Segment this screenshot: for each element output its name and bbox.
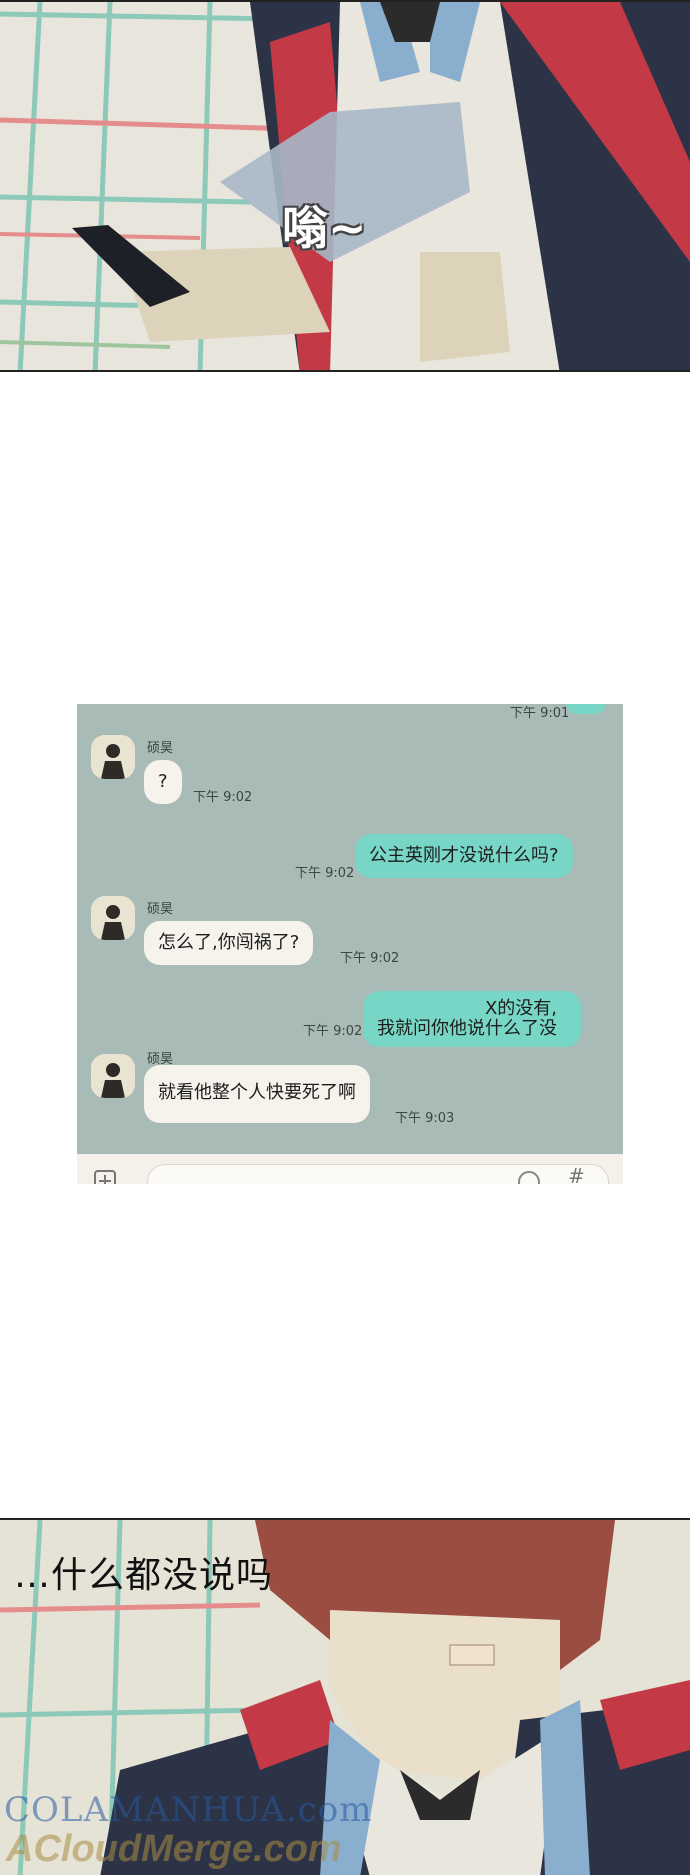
message-bubble[interactable]: 就看他整个人快要死了啊 <box>144 1065 370 1123</box>
plus-icon[interactable] <box>94 1170 116 1184</box>
hash-icon[interactable]: # <box>568 1164 585 1184</box>
chat-input-bar: # <box>77 1154 623 1184</box>
panel-caption: …什么都没说吗 <box>14 1555 274 1596</box>
message-time: 下午 9:02 <box>295 866 355 881</box>
sfx-text: 嗡~ <box>282 201 367 255</box>
message-time: 下午 9:02 <box>340 951 400 966</box>
avatar-image <box>91 735 135 779</box>
chat-screenshot: 下午 9:01 硕昊 ? 下午 9:02 下午 9:02 公主英刚才没说什么吗?… <box>77 704 623 1184</box>
sender-name: 硕昊 <box>147 902 174 917</box>
sender-name: 硕昊 <box>147 741 174 756</box>
message-time: 下午 9:01 <box>510 706 570 721</box>
avatar[interactable] <box>91 735 135 779</box>
message-bubble[interactable]: X的没有, 我就问你他说什么了没 <box>363 991 581 1047</box>
avatar[interactable] <box>91 1054 135 1098</box>
partial-bubble <box>566 704 606 714</box>
avatar[interactable] <box>91 896 135 940</box>
message-time: 下午 9:02 <box>193 790 253 805</box>
avatar-image <box>91 896 135 940</box>
watermark-line-2: ACloudMerge.com <box>6 1828 342 1870</box>
top-comic-panel: 嗡~ <box>0 0 690 372</box>
watermark-line-1: COLAMANHUA.com <box>4 1790 373 1830</box>
message-time: 下午 9:03 <box>395 1111 455 1126</box>
message-bubble[interactable]: 怎么了,你闯祸了? <box>144 921 314 965</box>
message-bubble[interactable]: ? <box>144 760 182 804</box>
message-time: 下午 9:02 <box>303 1024 363 1039</box>
message-bubble[interactable]: 公主英刚才没说什么吗? <box>355 834 573 878</box>
avatar-image <box>91 1054 135 1098</box>
top-panel-art <box>0 2 690 370</box>
